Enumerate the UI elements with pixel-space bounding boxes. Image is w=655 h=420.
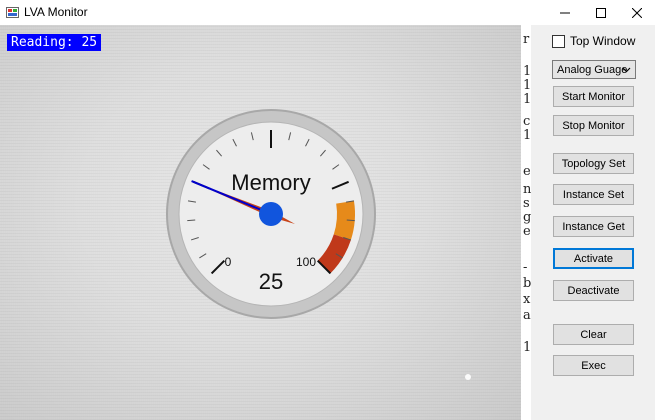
strip-char: 1 <box>523 92 531 107</box>
strip-char: b <box>523 276 531 291</box>
gauge-max-label: 100 <box>296 255 316 269</box>
strip-char: - <box>523 260 528 275</box>
strip-char: x <box>523 292 531 307</box>
strip-char: g <box>523 210 531 225</box>
minor-tick <box>346 219 355 222</box>
stop-monitor-button[interactable]: Stop Monitor <box>553 115 634 136</box>
strip-char: s <box>523 196 530 211</box>
strip-char: 1 <box>523 78 531 93</box>
strip-char: n <box>523 182 531 197</box>
reading-label: Reading: 25 <box>7 34 102 51</box>
display-mode-value: Analog Guage <box>557 64 628 76</box>
top-window-checkbox[interactable]: Top Window <box>552 34 635 48</box>
window-title: LVA Monitor <box>24 5 88 19</box>
strip-char: r <box>523 32 530 47</box>
display-mode-select[interactable]: Analog Guage <box>552 60 636 79</box>
top-window-label: Top Window <box>570 34 636 48</box>
instance-get-button[interactable]: Instance Get <box>553 216 634 237</box>
light-glare <box>465 374 471 380</box>
close-icon <box>632 7 642 18</box>
app-icon <box>6 7 19 18</box>
clear-button[interactable]: Clear <box>553 324 634 345</box>
strip-char: 1 <box>523 340 531 355</box>
gauge-label: Memory <box>231 170 310 195</box>
strip-char: 1 <box>523 64 531 79</box>
close-button[interactable] <box>619 0 655 25</box>
instance-set-button[interactable]: Instance Set <box>553 184 634 205</box>
gauge-value-text: 25 <box>259 269 283 294</box>
topology-set-button[interactable]: Topology Set <box>553 153 634 174</box>
checkbox-box[interactable] <box>552 34 565 48</box>
minor-tick <box>187 219 196 222</box>
activate-button[interactable]: Activate <box>553 248 634 269</box>
minimize-button[interactable] <box>547 0 583 25</box>
maximize-icon <box>596 7 606 18</box>
chevron-down-icon <box>622 67 631 73</box>
app-window: LVA Monitor Memory 0 100 25 Reading: 25 … <box>0 0 655 420</box>
exec-button[interactable]: Exec <box>553 355 634 376</box>
minimize-icon <box>560 12 570 13</box>
gauge-hub <box>259 202 283 226</box>
gauge-min-label: 0 <box>225 255 232 269</box>
deactivate-button[interactable]: Deactivate <box>553 280 634 301</box>
background-text-strip: r111c1ensge-bxa1 <box>521 25 531 420</box>
strip-char: 1 <box>523 128 531 143</box>
strip-char: a <box>523 308 531 323</box>
start-monitor-button[interactable]: Start Monitor <box>553 86 634 107</box>
title-bar[interactable]: LVA Monitor <box>0 0 655 25</box>
strip-char: e <box>523 224 531 239</box>
strip-char: e <box>523 164 531 179</box>
analog-gauge: Memory 0 100 25 <box>166 109 471 380</box>
maximize-button[interactable] <box>583 0 619 25</box>
strip-char: c <box>523 114 531 129</box>
